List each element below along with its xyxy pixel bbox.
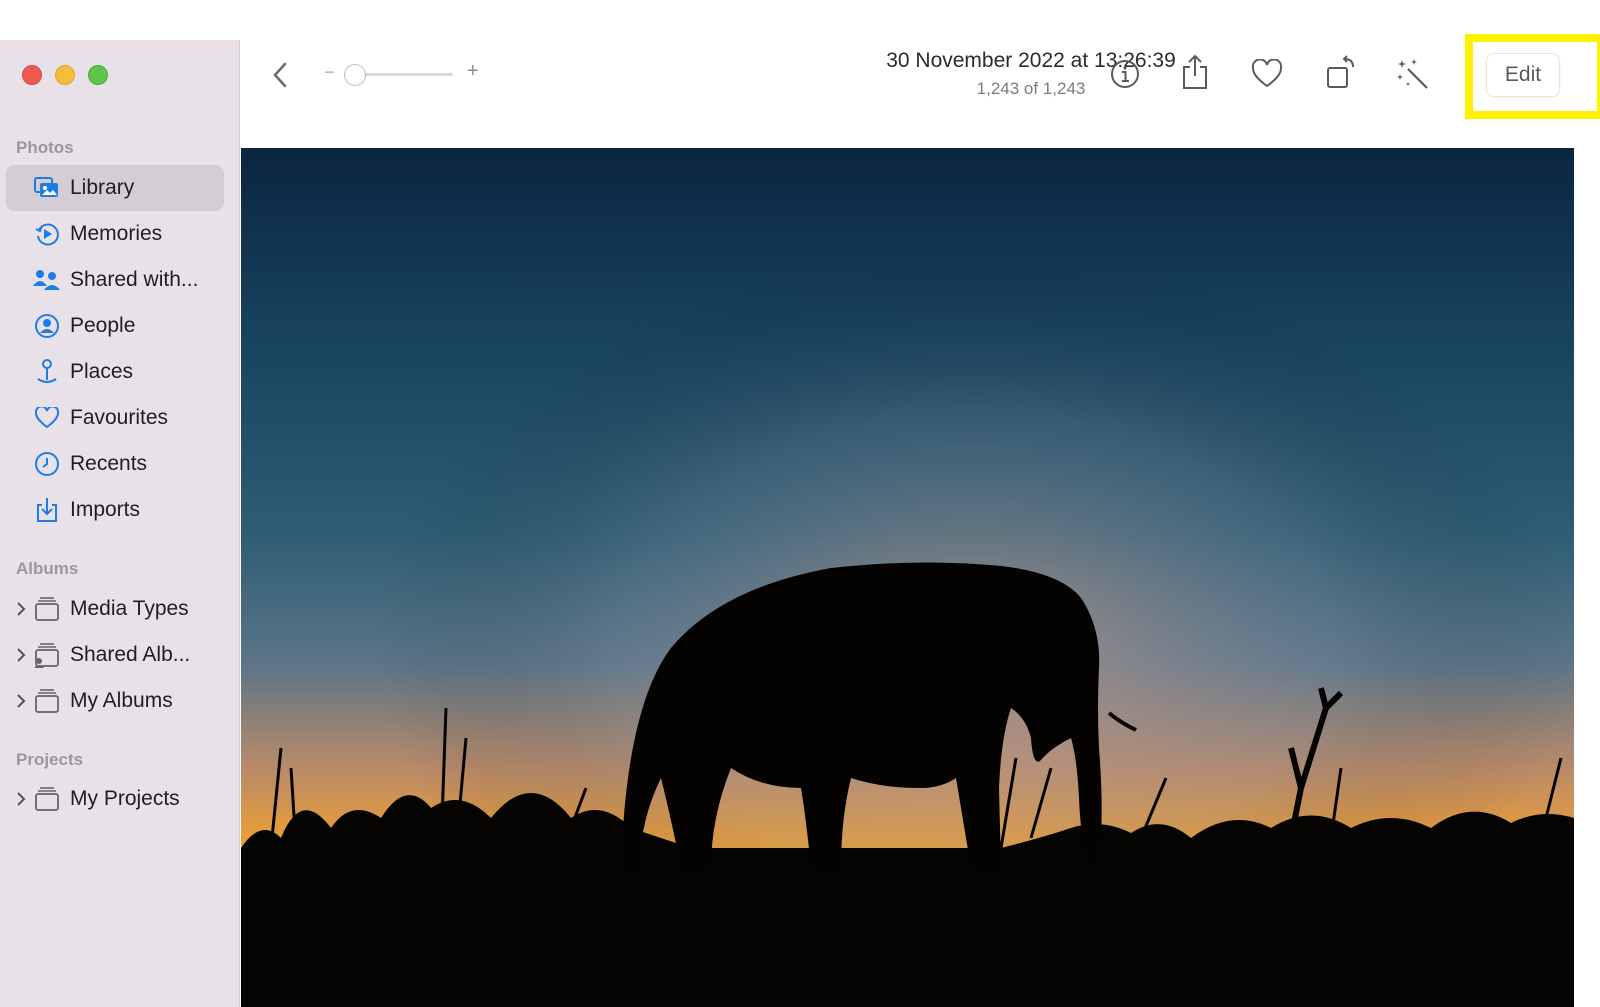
memories-icon xyxy=(33,220,61,248)
share-button[interactable] xyxy=(1177,52,1213,92)
album-stack-icon xyxy=(33,595,61,623)
sidebar-item-my-projects[interactable]: My Projects xyxy=(6,776,224,822)
chevron-right-icon[interactable] xyxy=(14,600,28,618)
rotate-icon xyxy=(1327,55,1354,88)
close-button[interactable] xyxy=(22,65,42,85)
library-icon xyxy=(33,174,61,202)
sidebar-item-label: Places xyxy=(70,360,134,383)
chevron-left-icon xyxy=(273,62,287,88)
heart-icon xyxy=(33,404,61,432)
sidebar-item-library[interactable]: Library xyxy=(6,165,224,211)
magic-wand-icon xyxy=(1397,59,1428,89)
sidebar-item-people[interactable]: People xyxy=(6,303,224,349)
sidebar-item-shared-albums[interactable]: Shared Alb... xyxy=(6,632,224,678)
photo-count: 1,243 of 1,243 xyxy=(976,79,1086,98)
sidebar-item-media-types[interactable]: Media Types xyxy=(6,586,224,632)
photo-viewer[interactable] xyxy=(241,148,1574,1007)
edit-button[interactable]: Edit xyxy=(1486,53,1560,97)
zoom-slider-knob[interactable] xyxy=(344,64,366,86)
maximize-button[interactable] xyxy=(88,65,108,85)
share-icon xyxy=(1183,54,1207,89)
places-pin-icon xyxy=(33,358,61,386)
album-stack-icon xyxy=(33,687,61,715)
sidebar-item-label: Shared Alb... xyxy=(70,643,191,666)
heart-icon xyxy=(1251,59,1283,88)
sidebar-item-label: Recents xyxy=(70,452,148,475)
auto-enhance-button[interactable] xyxy=(1395,56,1431,92)
shared-with-you-icon xyxy=(33,266,61,294)
sidebar-item-places[interactable]: Places xyxy=(6,349,224,395)
import-icon xyxy=(33,496,61,524)
sidebar-item-recents[interactable]: Recents xyxy=(6,441,224,487)
sidebar-item-label: Library xyxy=(70,176,135,199)
favourite-button[interactable] xyxy=(1249,56,1285,92)
shared-album-icon xyxy=(33,641,61,669)
chevron-right-icon[interactable] xyxy=(14,692,28,710)
section-title-projects: Projects xyxy=(16,750,84,769)
sidebar-item-label: Shared with... xyxy=(70,268,199,291)
sidebar: Photos Library Memories Shared with... P… xyxy=(0,40,240,1007)
sidebar-item-my-albums[interactable]: My Albums xyxy=(6,678,224,724)
sidebar-item-label: People xyxy=(70,314,136,337)
sidebar-item-label: Memories xyxy=(70,222,163,245)
minimize-button[interactable] xyxy=(55,65,75,85)
sidebar-item-label: My Projects xyxy=(70,787,180,810)
info-button[interactable] xyxy=(1107,56,1143,92)
sidebar-item-label: Favourites xyxy=(70,406,169,429)
toolbar: − + 30 November 2022 at 13:26:39 1,243 o… xyxy=(241,34,1600,148)
rotate-button[interactable] xyxy=(1324,54,1360,92)
chevron-right-icon[interactable] xyxy=(14,646,28,664)
sidebar-item-imports[interactable]: Imports xyxy=(6,487,224,533)
zoom-slider-track[interactable] xyxy=(353,73,453,76)
album-stack-icon xyxy=(33,785,61,813)
clock-icon xyxy=(33,450,61,478)
sidebar-item-shared-with-you[interactable]: Shared with... xyxy=(6,257,224,303)
zoom-out-icon[interactable]: − xyxy=(324,62,335,83)
chevron-right-icon[interactable] xyxy=(14,790,28,808)
sidebar-item-label: Imports xyxy=(70,498,141,521)
sidebar-item-favourites[interactable]: Favourites xyxy=(6,395,224,441)
photos-window: Photos Library Memories Shared with... P… xyxy=(0,34,1600,1007)
window-controls xyxy=(22,65,108,85)
section-title-albums: Albums xyxy=(16,559,79,578)
sidebar-item-label: Media Types xyxy=(70,597,189,620)
back-button[interactable] xyxy=(265,58,295,92)
elephant-sunset-photo xyxy=(241,148,1574,1007)
zoom-in-icon[interactable]: + xyxy=(467,60,479,83)
sidebar-item-memories[interactable]: Memories xyxy=(6,211,224,257)
info-icon xyxy=(1111,60,1139,88)
people-icon xyxy=(33,312,61,340)
sidebar-item-label: My Albums xyxy=(70,689,173,712)
photo-date-title: 30 November 2022 at 13:26:39 xyxy=(886,49,1176,72)
section-title-photos: Photos xyxy=(16,138,74,157)
